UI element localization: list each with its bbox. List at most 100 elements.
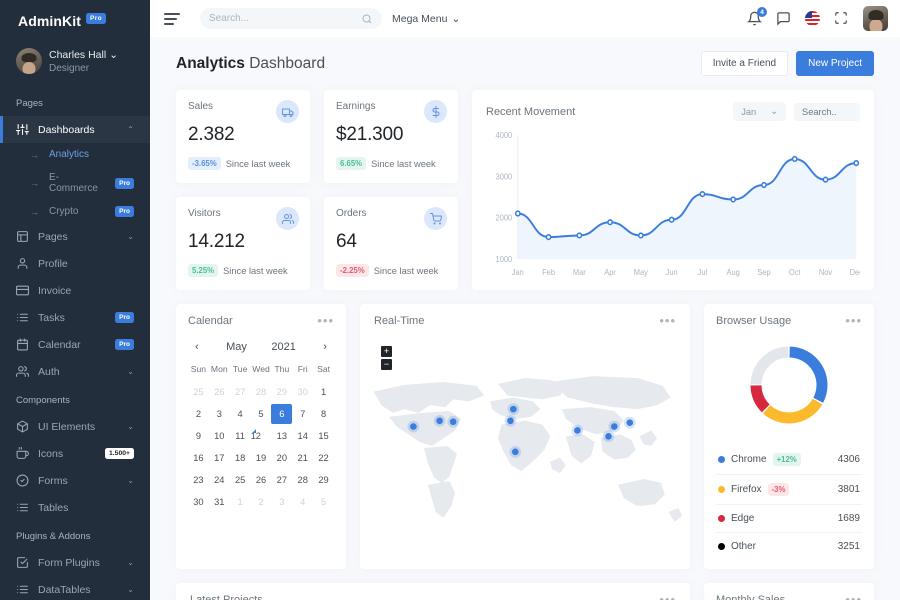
calendar-day[interactable]: 4 <box>292 492 313 512</box>
calendar-day[interactable]: 25 <box>230 470 251 490</box>
calendar-day[interactable]: 25 <box>188 382 209 402</box>
sidebar-item-dashboards[interactable]: Dashboards⌃ <box>0 116 150 143</box>
calendar-day[interactable]: 29 <box>271 382 292 402</box>
calendar-day[interactable]: 2 <box>188 404 209 424</box>
calendar-day[interactable]: 10 <box>209 426 230 446</box>
calendar-day[interactable]: 6 <box>271 404 292 424</box>
legend-dot-icon <box>718 543 725 550</box>
chevron-down-icon[interactable]: ⌄ <box>127 476 134 485</box>
chevron-down-icon[interactable]: ⌄ <box>127 558 134 567</box>
latest-projects-header: Latest Projects ••• <box>190 594 676 600</box>
calendar-day[interactable]: 3 <box>271 492 292 512</box>
browser-usage-more-icon[interactable]: ••• <box>845 318 862 324</box>
sidebar-subitem-e-commerce[interactable]: →E-CommercePro <box>0 166 150 200</box>
sidebar-item-icons[interactable]: Icons1.500+ <box>0 440 150 467</box>
calendar-day[interactable]: 17 <box>209 448 230 468</box>
user-icon <box>16 257 29 270</box>
sidebar-item-datatables[interactable]: DataTables⌄ <box>0 576 150 600</box>
calendar-day[interactable]: 8 <box>313 404 334 424</box>
calendar-day[interactable]: 2 <box>251 492 272 512</box>
real-time-more-icon[interactable]: ••• <box>659 318 676 324</box>
calendar-day[interactable]: 26 <box>209 382 230 402</box>
search-icon[interactable] <box>361 13 373 25</box>
chevron-down-icon[interactable]: ⌄ <box>127 422 134 431</box>
invite-a-friend-button[interactable]: Invite a Friend <box>701 51 788 76</box>
calendar-day[interactable]: 27 <box>230 382 251 402</box>
calendar-prev-button[interactable]: ‹ <box>192 341 202 353</box>
calendar-more-icon[interactable]: ••• <box>317 318 334 324</box>
fullscreen-button[interactable] <box>834 11 849 26</box>
calendar-day[interactable]: 1 <box>230 492 251 512</box>
calendar-day[interactable]: 12 <box>251 426 258 433</box>
svg-text:Feb: Feb <box>542 268 555 277</box>
calendar-next-button[interactable]: › <box>320 341 330 353</box>
sidebar-item-calendar[interactable]: CalendarPro <box>0 331 150 358</box>
sidebar-item-tables[interactable]: Tables <box>0 494 150 521</box>
calendar-day[interactable]: 30 <box>188 492 209 512</box>
calendar-day[interactable]: 14 <box>292 426 313 446</box>
calendar-day[interactable]: 16 <box>188 448 209 468</box>
sidebar-item-invoice[interactable]: Invoice <box>0 277 150 304</box>
calendar-day[interactable]: 30 <box>292 382 313 402</box>
sidebar-item-label: Invoice <box>38 285 140 297</box>
sidebar-subitem-crypto[interactable]: →CryptoPro <box>0 200 150 223</box>
calendar-day[interactable]: 4 <box>230 404 251 424</box>
chevron-down-icon[interactable]: ⌄ <box>127 367 134 376</box>
sidebar-toggle-icon[interactable] <box>164 13 180 25</box>
calendar-day[interactable]: 11 <box>230 426 251 446</box>
calendar-day[interactable]: 15 <box>313 426 334 446</box>
brand[interactable]: AdminKit Pro <box>0 0 150 42</box>
top-navbar: Mega Menu ⌄ 4 <box>150 0 900 37</box>
calendar-day[interactable]: 26 <box>251 470 272 490</box>
calendar-day[interactable]: 31 <box>209 492 230 512</box>
sidebar-nav: PagesDashboards⌃→Analytics→E-CommercePro… <box>0 88 150 600</box>
stat-footer: -2.25%Since last week <box>336 264 446 277</box>
chevron-up-icon[interactable]: ⌃ <box>127 125 134 134</box>
sidebar-item-ui-elements[interactable]: UI Elements⌄ <box>0 413 150 440</box>
calendar-day[interactable]: 28 <box>251 382 272 402</box>
calendar-day[interactable]: 7 <box>292 404 313 424</box>
calendar-day[interactable]: 20 <box>271 448 292 468</box>
calendar-day[interactable]: 19 <box>251 448 272 468</box>
calendar-day[interactable]: 5 <box>251 404 272 424</box>
mega-menu-button[interactable]: Mega Menu ⌄ <box>392 13 460 25</box>
calendar-day[interactable]: 24 <box>209 470 230 490</box>
sidebar-item-tasks[interactable]: TasksPro <box>0 304 150 331</box>
chart-search-input[interactable] <box>794 103 860 121</box>
calendar-day[interactable]: 28 <box>292 470 313 490</box>
sidebar-item-profile[interactable]: Profile <box>0 250 150 277</box>
calendar-day[interactable]: 5 <box>313 492 334 512</box>
sidebar-item-pages[interactable]: Pages⌄ <box>0 223 150 250</box>
notifications-button[interactable]: 4 <box>747 11 762 26</box>
navbar-avatar[interactable] <box>863 6 888 31</box>
calendar-day[interactable]: 27 <box>271 470 292 490</box>
page-header: Analytics Dashboard Invite a Friend New … <box>176 51 874 76</box>
calendar-day[interactable]: 9 <box>188 426 209 446</box>
messages-button[interactable] <box>776 11 791 26</box>
sidebar-user[interactable]: Charles Hall ⌄ Designer <box>0 42 150 88</box>
sidebar-subitem-analytics[interactable]: →Analytics <box>0 143 150 166</box>
language-flag-icon[interactable] <box>805 11 820 26</box>
stat-value: 2.382 <box>188 124 298 146</box>
svg-text:Jun: Jun <box>666 268 678 277</box>
calendar-day[interactable]: 21 <box>292 448 313 468</box>
calendar-day[interactable]: 23 <box>188 470 209 490</box>
calendar-day[interactable]: 18 <box>230 448 251 468</box>
sidebar-item-auth[interactable]: Auth⌄ <box>0 358 150 385</box>
calendar-day[interactable]: 1 <box>313 382 334 402</box>
calendar-day[interactable]: 3 <box>209 404 230 424</box>
sidebar-item-form-plugins[interactable]: Form Plugins⌄ <box>0 549 150 576</box>
new-project-button[interactable]: New Project <box>796 51 874 76</box>
sidebar-item-forms[interactable]: Forms⌄ <box>0 467 150 494</box>
chevron-down-icon[interactable]: ⌄ <box>127 585 134 594</box>
month-select[interactable]: Jan ⌄ <box>733 102 786 121</box>
navbar-search[interactable] <box>200 8 382 29</box>
search-input[interactable] <box>209 13 361 24</box>
chevron-down-icon[interactable]: ⌄ <box>109 49 118 61</box>
pro-badge: Pro <box>115 312 134 323</box>
world-map-svg[interactable] <box>360 332 690 560</box>
calendar-day[interactable]: 29 <box>313 470 334 490</box>
calendar-day[interactable]: 13 <box>271 426 292 446</box>
chevron-down-icon[interactable]: ⌄ <box>127 232 134 241</box>
calendar-day[interactable]: 22 <box>313 448 334 468</box>
